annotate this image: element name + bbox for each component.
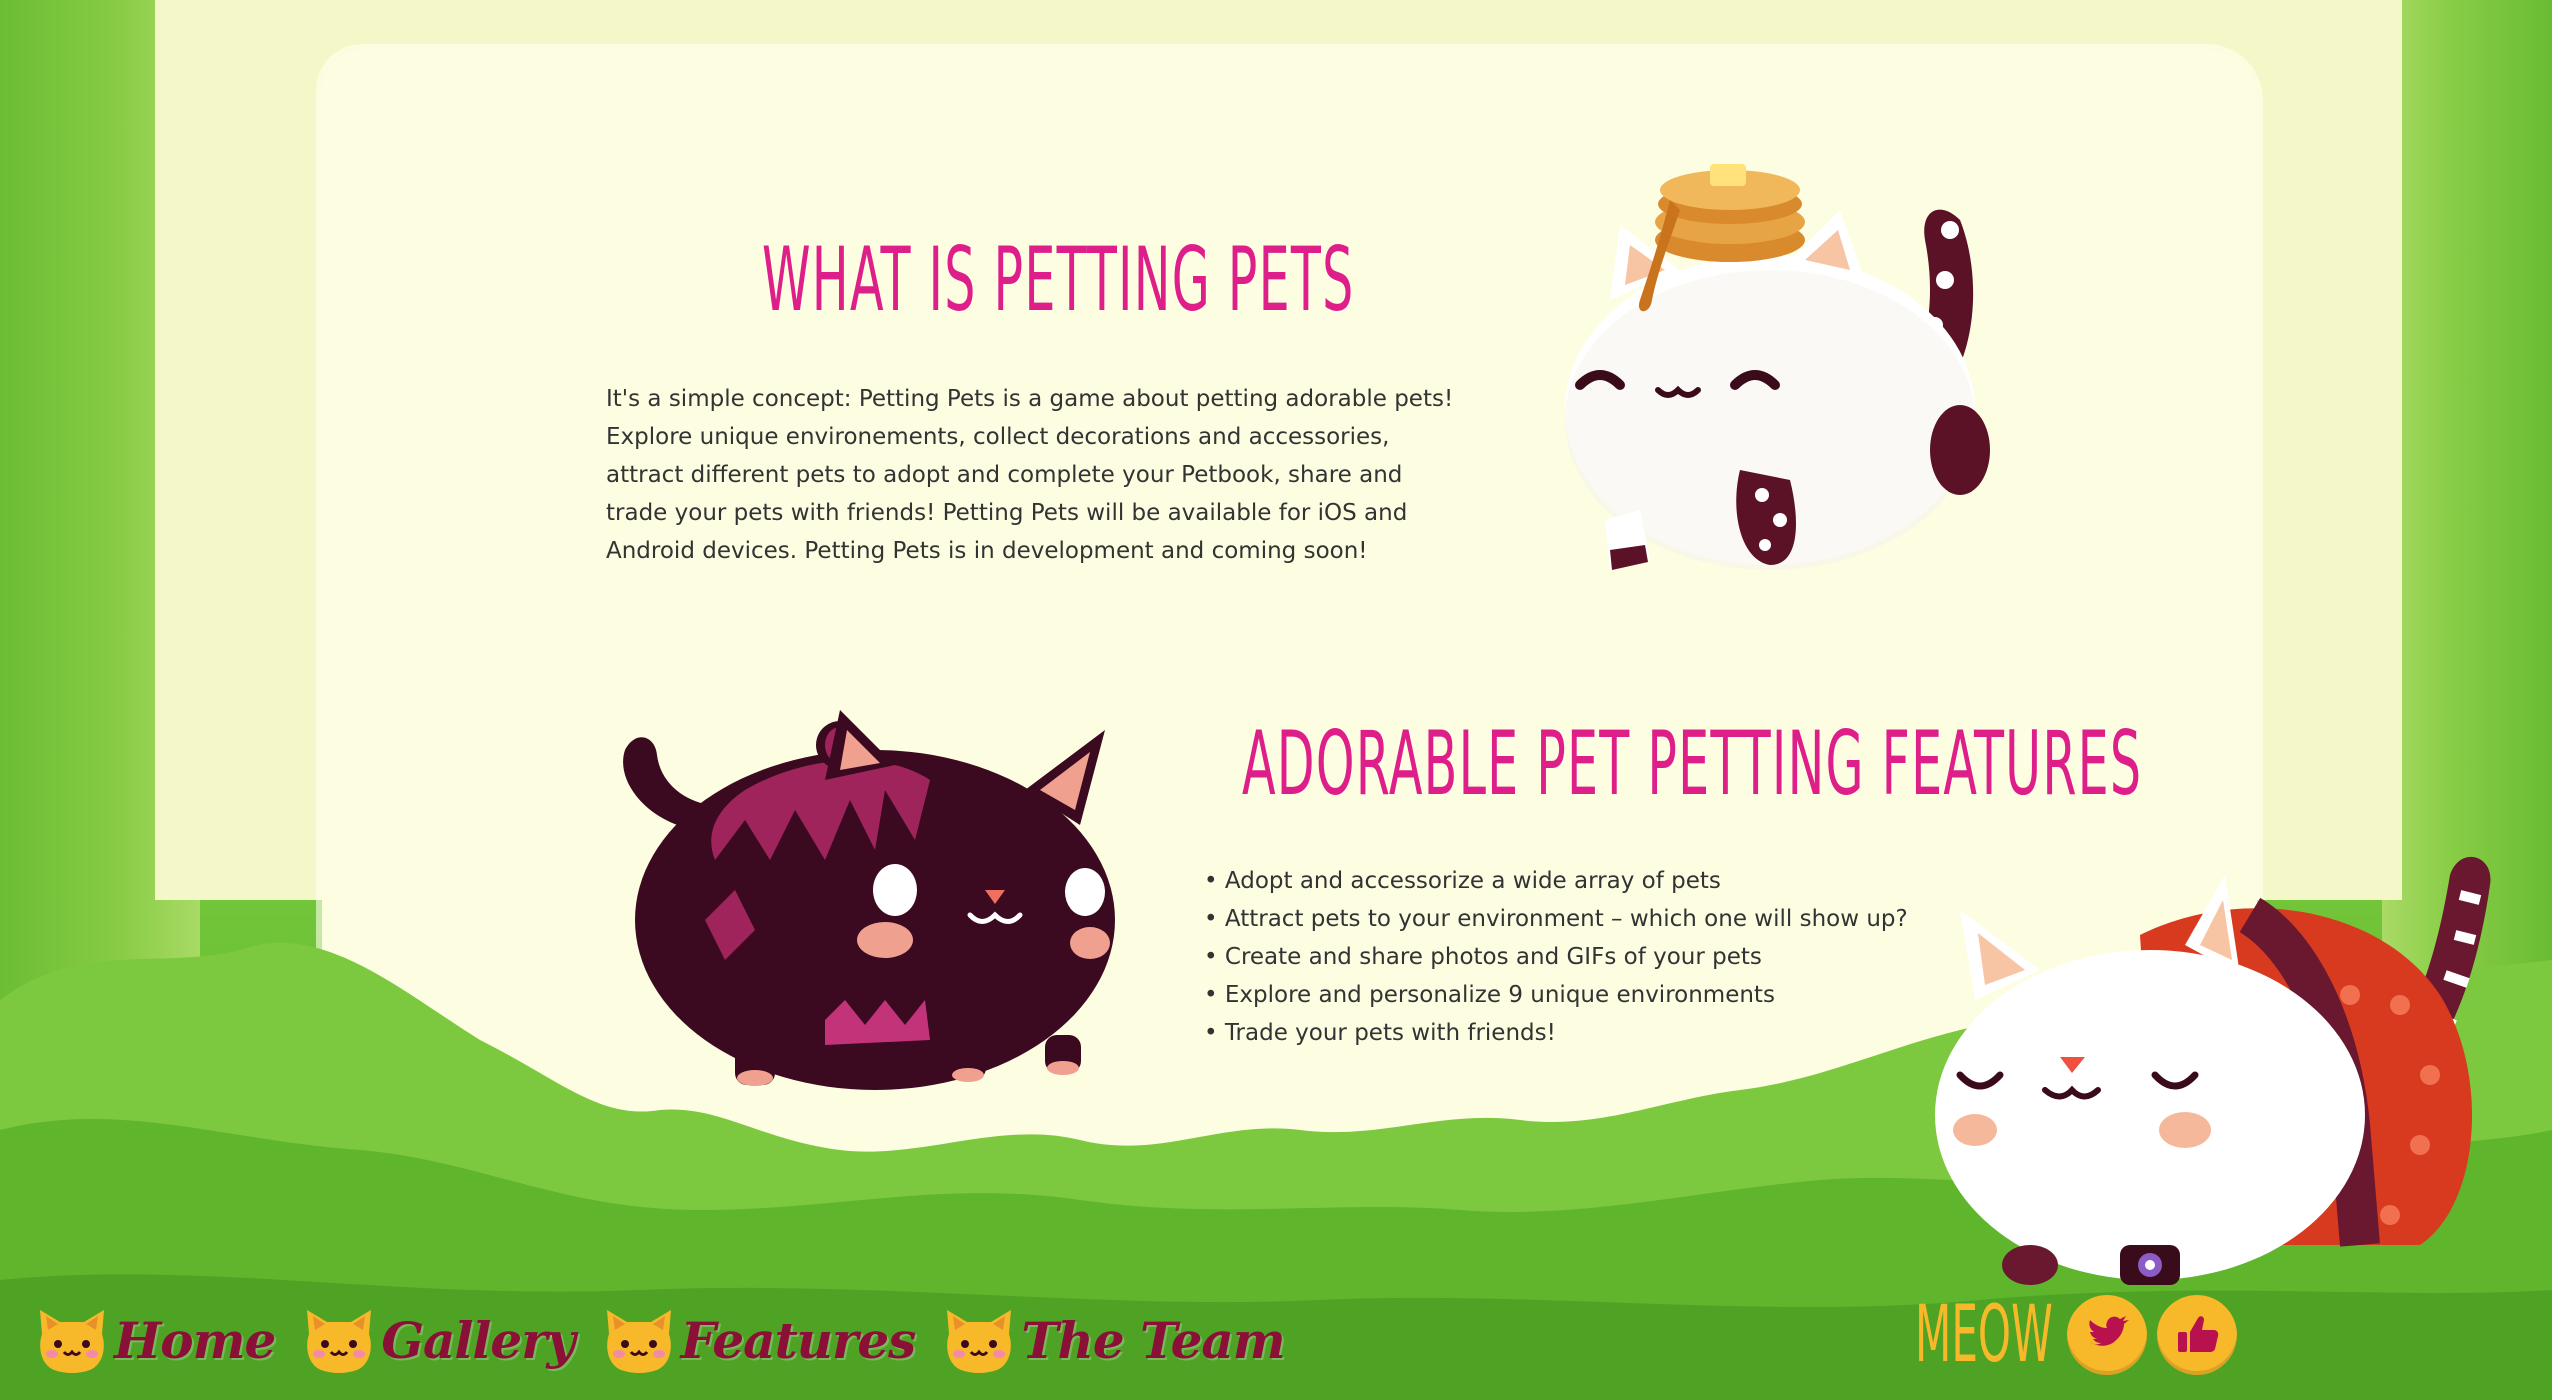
nav-label: Gallery [381, 1310, 575, 1370]
nav-item-gallery[interactable]: Gallery [303, 1306, 576, 1374]
nav-item-home[interactable]: Home [36, 1306, 276, 1374]
nav-label: Features [680, 1310, 917, 1370]
features-list: Adopt and accessorize a wide array of pe… [1204, 862, 1908, 1052]
dark-cat-illustration [585, 660, 1145, 1100]
list-item: Attract pets to your environment – which… [1204, 900, 1908, 938]
nav-label: Home [114, 1310, 276, 1370]
list-item: Trade your pets with friends! [1204, 1014, 1908, 1052]
thumbs-up-icon [2178, 1316, 2219, 1352]
twitter-button[interactable] [2067, 1295, 2147, 1375]
about-description: It's a simple concept: Petting Pets is a… [606, 386, 1454, 564]
twitter-bird-icon [2089, 1316, 2129, 1346]
list-item: Create and share photos and GIFs of your… [1204, 938, 1908, 976]
cat-face-icon [36, 1306, 108, 1374]
cat-face-icon [303, 1306, 375, 1374]
about-heading: WHAT IS PETTING PETS [762, 228, 1355, 331]
nav-label: The Team [1021, 1310, 1285, 1370]
cat-face-icon [943, 1306, 1015, 1374]
social-links: MEOW [1915, 1290, 2237, 1380]
footer-nav: Home Gallery Features The Team [36, 1295, 1313, 1385]
nav-item-features[interactable]: Features [603, 1306, 916, 1374]
features-heading: ADORABLE PET PETTING FEATURES [1242, 712, 2143, 815]
meow-label: MEOW [1915, 1290, 2053, 1380]
like-button[interactable] [2157, 1295, 2237, 1375]
ladybug-cat-illustration [1920, 825, 2520, 1295]
nav-item-the-team[interactable]: The Team [943, 1306, 1286, 1374]
list-item: Adopt and accessorize a wide array of pe… [1204, 862, 1908, 900]
pancake-cat-illustration [1540, 150, 2040, 590]
cat-face-icon [603, 1306, 675, 1374]
list-item: Explore and personalize 9 unique environ… [1204, 976, 1908, 1014]
